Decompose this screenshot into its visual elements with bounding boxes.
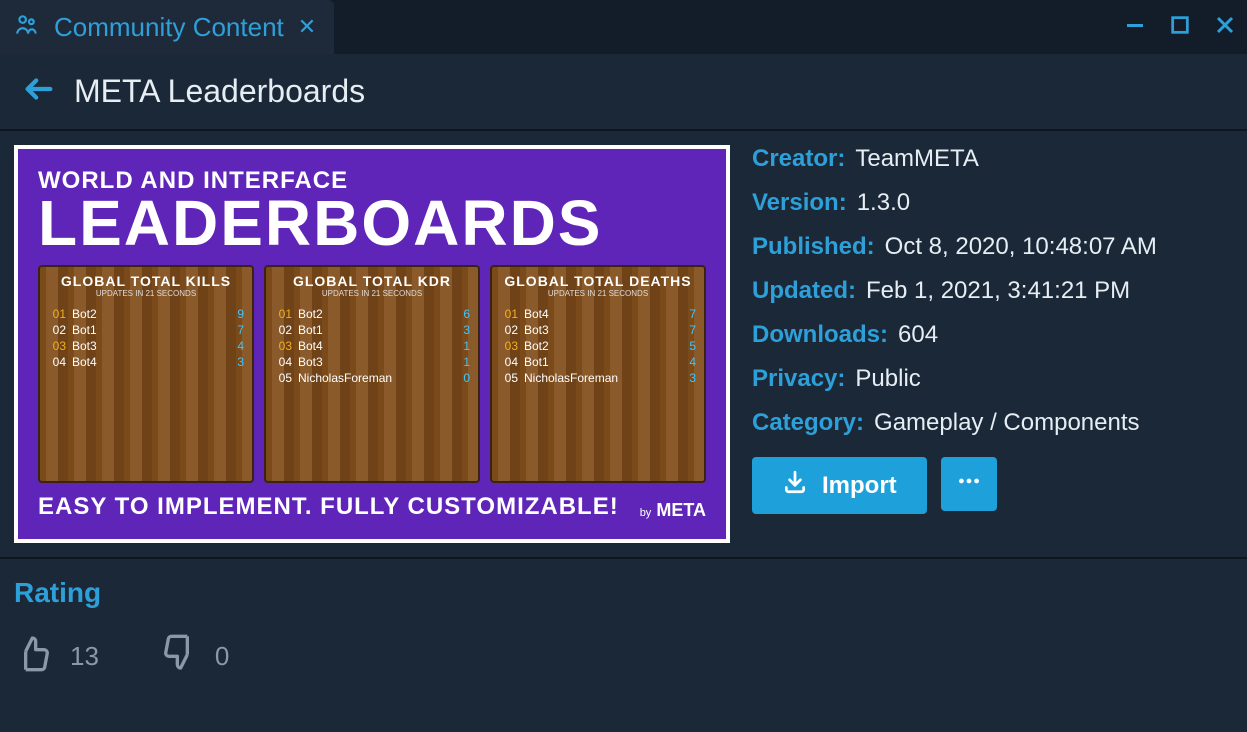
tab-community-content[interactable]: Community Content ✕	[0, 0, 334, 54]
window-maximize-icon[interactable]	[1169, 14, 1191, 41]
import-label: Import	[822, 472, 897, 500]
field-creator: Creator:TeamMETA	[752, 145, 1233, 173]
leaderboard-row: 03Bot25	[500, 338, 696, 354]
title-bar: Community Content ✕	[0, 0, 1247, 54]
leaderboard-row: 05NicholasForeman0	[274, 370, 470, 386]
leaderboard: GLOBAL TOTAL KILLSUPDATES IN 21 SECONDS 0…	[38, 265, 254, 483]
rating-heading: Rating	[14, 577, 1233, 609]
thumb-down-icon[interactable]	[159, 633, 199, 680]
page-header: META Leaderboards	[0, 54, 1247, 131]
leaderboard-title: GLOBAL TOTAL KDR	[274, 273, 470, 289]
leaderboard-title: GLOBAL TOTAL KILLS	[48, 273, 244, 289]
leaderboard-subtitle: UPDATES IN 21 SECONDS	[500, 289, 696, 298]
tab-close-icon[interactable]: ✕	[298, 14, 316, 40]
tab-label: Community Content	[54, 12, 284, 43]
field-privacy: Privacy:Public	[752, 365, 1233, 393]
leaderboard-row: 01Bot26	[274, 306, 470, 322]
leaderboard-subtitle: UPDATES IN 21 SECONDS	[48, 289, 244, 298]
leaderboards-container: GLOBAL TOTAL KILLSUPDATES IN 21 SECONDS0…	[38, 265, 706, 483]
leaderboard-row: 04Bot14	[500, 354, 696, 370]
field-downloads: Downloads:604	[752, 321, 1233, 349]
leaderboard-subtitle: UPDATES IN 21 SECONDS	[274, 289, 470, 298]
field-version: Version:1.3.0	[752, 189, 1233, 217]
leaderboard-row: 05NicholasForeman3	[500, 370, 696, 386]
preview-tagline: EASY TO IMPLEMENT. FULLY CUSTOMIZABLE!	[38, 493, 619, 521]
import-button[interactable]: Import	[752, 457, 927, 514]
window-minimize-icon[interactable]	[1123, 13, 1147, 42]
field-category: Category:Gameplay / Components	[752, 409, 1233, 437]
preview-card: WORLD AND INTERFACE LEADERBOARDS GLOBAL …	[14, 145, 730, 543]
window-controls	[1123, 0, 1237, 54]
leaderboard-row: 02Bot17	[48, 322, 244, 338]
field-published: Published:Oct 8, 2020, 10:48:07 AM	[752, 233, 1233, 261]
leaderboard-row: 03Bot41	[274, 338, 470, 354]
window-close-icon[interactable]	[1213, 13, 1237, 42]
leaderboard-row: 02Bot37	[500, 322, 696, 338]
ellipsis-icon	[956, 468, 982, 501]
thumb-up-icon[interactable]	[14, 633, 54, 680]
preview-brand: by META	[640, 500, 706, 521]
leaderboard-row: 01Bot47	[500, 306, 696, 322]
leaderboard-row: 01Bot29	[48, 306, 244, 322]
leaderboard-row: 02Bot13	[274, 322, 470, 338]
leaderboard-row: 04Bot31	[274, 354, 470, 370]
download-icon	[782, 469, 808, 502]
leaderboard-row: 04Bot43	[48, 354, 244, 370]
leaderboard: GLOBAL TOTAL DEATHSUPDATES IN 21 SECONDS…	[490, 265, 706, 483]
leaderboard-title: GLOBAL TOTAL DEATHS	[500, 273, 696, 289]
back-button[interactable]	[22, 72, 56, 111]
info-panel: Creator:TeamMETA Version:1.3.0 Published…	[752, 145, 1233, 543]
leaderboard-row: 03Bot34	[48, 338, 244, 354]
thumb-up-count: 13	[70, 641, 99, 672]
preview-heading-large: LEADERBOARDS	[38, 191, 706, 255]
action-row: Import	[752, 457, 1233, 514]
community-icon	[14, 12, 40, 43]
page-title: META Leaderboards	[74, 73, 365, 110]
more-actions-button[interactable]	[941, 457, 997, 511]
leaderboard: GLOBAL TOTAL KDRUPDATES IN 21 SECONDS 01B…	[264, 265, 480, 483]
thumb-down-count: 0	[215, 641, 229, 672]
rating-section: Rating 13 0	[0, 559, 1247, 698]
main-content: WORLD AND INTERFACE LEADERBOARDS GLOBAL …	[0, 131, 1247, 543]
field-updated: Updated:Feb 1, 2021, 3:41:21 PM	[752, 277, 1233, 305]
